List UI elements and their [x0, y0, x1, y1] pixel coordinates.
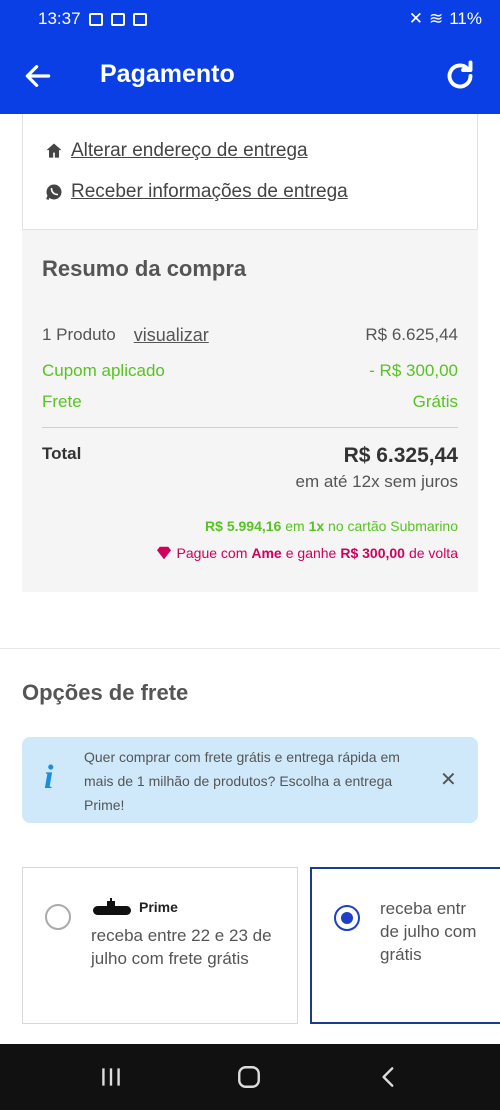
receive-info-link[interactable]: Receber informações de entrega: [43, 181, 348, 203]
submarine-icon: [93, 898, 131, 915]
refresh-icon[interactable]: [442, 58, 478, 94]
submarino-card-promo: R$ 5.994,16 em 1x no cartão Submarino: [205, 518, 458, 534]
radio-selected[interactable]: [334, 905, 360, 931]
battery-level: 11%: [449, 9, 482, 28]
radio-unselected[interactable]: [45, 904, 71, 930]
summary-divider: [42, 427, 458, 428]
coupon-value: - R$ 300,00: [369, 361, 458, 380]
shipping-option-standard[interactable]: receba entr de julho com grátis: [310, 867, 500, 1024]
ame-promo: Pague com Ame e ganhe R$ 300,00 de volta: [155, 545, 458, 561]
products-value: R$ 6.625,44: [365, 325, 458, 344]
page-title: Pagamento: [100, 60, 235, 88]
total-label: Total: [42, 444, 82, 463]
status-time: 13:37: [38, 9, 81, 28]
section-divider: [0, 648, 500, 649]
mute-icon: ✕: [408, 9, 423, 28]
shipping-option-prime[interactable]: Prime receba entre 22 e 23 de julho com …: [22, 867, 298, 1024]
coupon-label: Cupom aplicado: [42, 361, 165, 380]
shipping-label: Frete: [42, 392, 82, 411]
coupon-row: Cupom aplicado - R$ 300,00: [42, 361, 458, 381]
back-button-icon[interactable]: [376, 1064, 402, 1090]
prime-badge: Prime: [91, 898, 178, 916]
installments-text: em até 12x sem juros: [295, 472, 458, 491]
purchase-summary: Resumo da compra 1 Produto visualizar R$…: [22, 230, 478, 592]
info-icon: i: [44, 759, 54, 796]
status-bar: 13:37 ✕ ≋ 11%: [0, 0, 500, 38]
app-bar: Pagamento: [0, 38, 500, 114]
close-icon[interactable]: ✕: [440, 767, 457, 792]
wifi-icon: ≋: [428, 9, 444, 28]
view-products-link[interactable]: visualizar: [134, 325, 209, 346]
gallery-icon: [110, 12, 125, 26]
home-button-icon[interactable]: [236, 1064, 262, 1090]
home-icon: [43, 140, 65, 162]
products-row: 1 Produto visualizar R$ 6.625,44: [42, 325, 458, 346]
shipping-option-standard-text: receba entr de julho com grátis: [380, 899, 477, 964]
recent-apps-icon[interactable]: [98, 1064, 124, 1090]
prime-info-banner: i Quer comprar com frete grátis e entreg…: [22, 737, 478, 823]
shipping-options-title: Opções de frete: [22, 680, 189, 705]
change-address-link[interactable]: Alterar endereço de entrega: [43, 140, 308, 162]
delivery-links-card: Alterar endereço de entrega Receber info…: [22, 114, 478, 230]
app-icon: [132, 12, 147, 26]
prime-info-text: Quer comprar com frete grátis e entrega …: [84, 749, 400, 813]
back-arrow-icon[interactable]: [22, 60, 54, 92]
heart-icon: [156, 546, 171, 560]
shipping-value: Grátis: [412, 392, 458, 411]
summary-title: Resumo da compra: [42, 256, 247, 281]
total-value: R$ 6.325,44: [343, 444, 458, 467]
products-label: 1 Produto: [42, 325, 116, 344]
shipping-row: Frete Grátis: [42, 392, 458, 412]
whatsapp-icon: [43, 181, 65, 203]
system-navigation-bar: [0, 1044, 500, 1110]
notification-icon: [88, 12, 103, 26]
shipping-option-prime-text: receba entre 22 e 23 de julho com frete …: [91, 926, 272, 968]
